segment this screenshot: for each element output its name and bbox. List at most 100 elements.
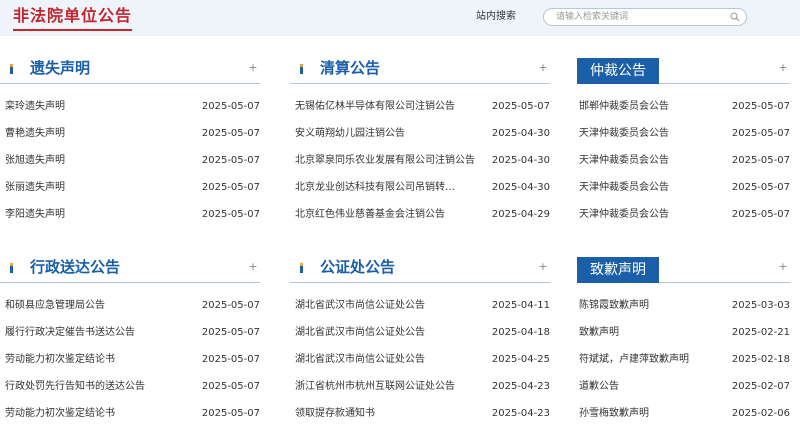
panel-header: 公证处公告 + (290, 257, 550, 283)
item-date: 2025-05-07 (201, 354, 260, 365)
item-title[interactable]: 劳动能力初次鉴定结论书 (5, 346, 185, 373)
panel-title[interactable]: 公证处公告 (320, 257, 395, 277)
list-item[interactable]: 湖北省武汉市尚信公证处公告 2025-04-18 (290, 319, 550, 346)
item-date: 2025-05-07 (491, 101, 550, 112)
item-title[interactable]: 浙江省杭州市杭州互联网公证处公告 (295, 373, 475, 400)
item-date: 2025-04-23 (491, 381, 550, 392)
list-item[interactable]: 天津仲裁委员会公告 2025-05-07 (577, 147, 790, 174)
search-box[interactable] (543, 8, 747, 26)
item-date: 2025-03-03 (731, 300, 790, 311)
list-item[interactable]: 致歉声明 2025-02-21 (577, 319, 790, 346)
list-item[interactable]: 道歉公告 2025-02-07 (577, 373, 790, 400)
plus-icon[interactable]: + (778, 261, 788, 272)
list-item[interactable]: 张旭遗失声明 2025-05-07 (0, 147, 260, 174)
item-title[interactable]: 湖北省武汉市尚信公证处公告 (295, 346, 475, 373)
panel-title[interactable]: 清算公告 (320, 58, 380, 78)
item-title[interactable]: 安义萌翔幼儿园注销公告 (295, 120, 475, 147)
panel-title[interactable]: 致歉声明 (577, 257, 659, 283)
item-date: 2025-05-07 (201, 128, 260, 139)
panel-header: 仲裁公告 + (577, 58, 790, 84)
list-item[interactable]: 浙江省杭州市杭州互联网公证处公告 2025-04-23 (290, 373, 550, 400)
panel-title[interactable]: 仲裁公告 (577, 58, 659, 84)
item-title[interactable]: 无锡佑亿林半导体有限公司注销公告 (295, 93, 475, 120)
list-item[interactable]: 张丽遗失声明 2025-05-07 (0, 174, 260, 201)
item-date: 2025-04-30 (491, 182, 550, 193)
panel-list: 无锡佑亿林半导体有限公司注销公告 2025-05-07 安义萌翔幼儿园注销公告 20… (290, 93, 550, 228)
item-title[interactable]: 领取提存款通知书 (295, 400, 475, 427)
list-item[interactable]: 陈锦霞致歉声明 2025-03-03 (577, 292, 790, 319)
list-item[interactable]: 北京龙业创达科技有限公司吊销转… 2025-04-30 (290, 174, 550, 201)
panel-title[interactable]: 行政送达公告 (30, 257, 120, 277)
bar-icon (300, 64, 303, 74)
item-date: 2025-02-07 (731, 381, 790, 392)
list-item[interactable]: 栾玲遗失声明 2025-05-07 (0, 93, 260, 120)
list-item[interactable]: 无锡佑亿林半导体有限公司注销公告 2025-05-07 (290, 93, 550, 120)
item-date: 2025-05-07 (731, 209, 790, 220)
item-title[interactable]: 北京红色伟业慈善基金会注销公告 (295, 201, 475, 228)
plus-icon[interactable]: + (778, 62, 788, 73)
list-item[interactable]: 李阳遗失声明 2025-05-07 (0, 201, 260, 228)
list-item[interactable]: 湖北省武汉市尚信公证处公告 2025-04-11 (290, 292, 550, 319)
item-title[interactable]: 行政处罚先行告知书的送达公告 (5, 373, 185, 400)
item-title[interactable]: 栾玲遗失声明 (5, 93, 185, 120)
item-title[interactable]: 李阳遗失声明 (5, 201, 185, 228)
plus-icon[interactable]: + (538, 261, 548, 272)
item-date: 2025-02-21 (731, 327, 790, 338)
item-title[interactable]: 北京龙业创达科技有限公司吊销转… (295, 174, 475, 201)
list-item[interactable]: 和硕县应急管理局公告 2025-05-07 (0, 292, 260, 319)
item-date: 2025-05-07 (201, 101, 260, 112)
list-item[interactable]: 北京翠泉同乐农业发展有限公司注销公告 2025-04-30 (290, 147, 550, 174)
list-item[interactable]: 劳动能力初次鉴定结论书 2025-05-07 (0, 346, 260, 373)
item-date: 2025-05-07 (731, 182, 790, 193)
list-item[interactable]: 邯郸仲裁委员会公告 2025-05-07 (577, 93, 790, 120)
item-date: 2025-04-18 (491, 327, 550, 338)
list-item[interactable]: 湖北省武汉市尚信公证处公告 2025-04-25 (290, 346, 550, 373)
list-item[interactable]: 行政处罚先行告知书的送达公告 2025-05-07 (0, 373, 260, 400)
panel-header: 行政送达公告 + (0, 257, 260, 283)
panel-list: 湖北省武汉市尚信公证处公告 2025-04-11 湖北省武汉市尚信公证处公告 202… (290, 292, 550, 427)
item-date: 2025-04-30 (491, 128, 550, 139)
list-item[interactable]: 领取提存款通知书 2025-04-23 (290, 400, 550, 427)
item-title[interactable]: 湖北省武汉市尚信公证处公告 (295, 292, 475, 319)
list-item[interactable]: 符斌斌，卢建萍致歉声明 2025-02-18 (577, 346, 790, 373)
item-title[interactable]: 曹艳遗失声明 (5, 120, 185, 147)
item-title[interactable]: 北京翠泉同乐农业发展有限公司注销公告 (295, 147, 475, 174)
item-title[interactable]: 张丽遗失声明 (5, 174, 185, 201)
item-date: 2025-04-25 (491, 354, 550, 365)
plus-icon[interactable]: + (248, 261, 258, 272)
list-item[interactable]: 劳动能力初次鉴定结论书 2025-05-07 (0, 400, 260, 427)
search-input[interactable] (556, 11, 726, 23)
list-item[interactable]: 曹艳遗失声明 2025-05-07 (0, 120, 260, 147)
item-title[interactable]: 湖北省武汉市尚信公证处公告 (295, 319, 475, 346)
item-date: 2025-05-07 (731, 101, 790, 112)
list-item[interactable]: 天津仲裁委员会公告 2025-05-07 (577, 174, 790, 201)
item-title[interactable]: 和硕县应急管理局公告 (5, 292, 185, 319)
panel-header: 遗失声明 + (0, 58, 260, 84)
panel-header: 致歉声明 + (577, 257, 790, 283)
item-date: 2025-05-07 (201, 182, 260, 193)
list-item[interactable]: 天津仲裁委员会公告 2025-05-07 (577, 120, 790, 147)
plus-icon[interactable]: + (538, 62, 548, 73)
list-item[interactable]: 北京红色伟业慈善基金会注销公告 2025-04-29 (290, 201, 550, 228)
item-date: 2025-05-07 (201, 155, 260, 166)
search-icon[interactable] (730, 12, 740, 22)
bar-icon (10, 64, 13, 74)
plus-icon[interactable]: + (248, 62, 258, 73)
panel-title[interactable]: 遗失声明 (30, 58, 90, 78)
list-item[interactable]: 安义萌翔幼儿园注销公告 2025-04-30 (290, 120, 550, 147)
item-date: 2025-05-07 (731, 155, 790, 166)
panel-list: 陈锦霞致歉声明 2025-03-03 致歉声明 2025-02-21 符斌斌，卢建萍… (577, 292, 790, 427)
item-date: 2025-04-30 (491, 155, 550, 166)
item-title[interactable]: 劳动能力初次鉴定结论书 (5, 400, 185, 427)
panel-list: 和硕县应急管理局公告 2025-05-07 履行行政决定催告书送达公告 2025-0… (0, 292, 260, 427)
list-item[interactable]: 天津仲裁委员会公告 2025-05-07 (577, 201, 790, 228)
item-title[interactable]: 张旭遗失声明 (5, 147, 185, 174)
item-date: 2025-04-23 (491, 408, 550, 419)
item-date: 2025-05-07 (201, 209, 260, 220)
item-date: 2025-02-18 (731, 354, 790, 365)
panel-lost: 遗失声明 + 栾玲遗失声明 2025-05-07 曹艳遗失声明 2025-05-07… (0, 58, 260, 220)
list-item[interactable]: 孙雪梅致歉声明 2025-02-06 (577, 400, 790, 427)
panel-header: 清算公告 + (290, 58, 550, 84)
list-item[interactable]: 履行行政决定催告书送达公告 2025-05-07 (0, 319, 260, 346)
item-title[interactable]: 履行行政决定催告书送达公告 (5, 319, 185, 346)
